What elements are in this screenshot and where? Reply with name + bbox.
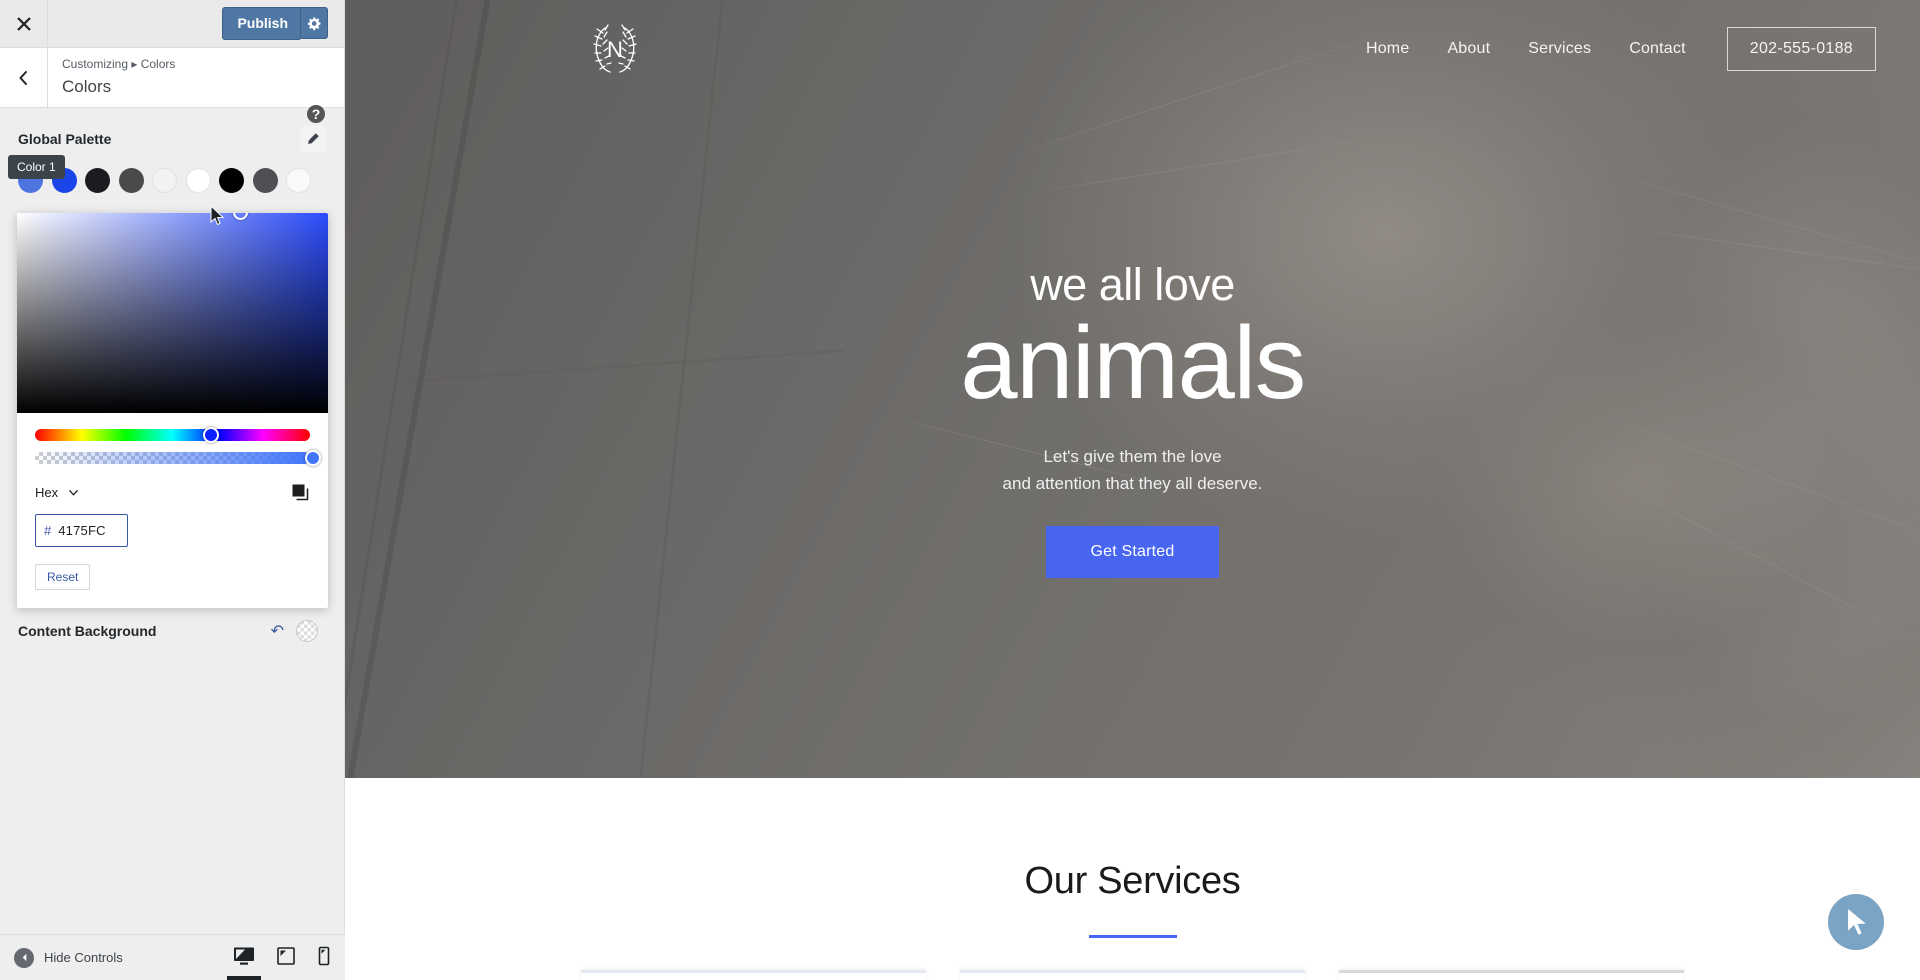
back-button[interactable] — [0, 48, 48, 107]
chevron-left-icon — [19, 70, 27, 85]
svg-text:N: N — [607, 37, 623, 62]
close-icon — [16, 16, 31, 31]
site-navigation: Home About Services Contact 202-555-0188 — [1347, 27, 1876, 71]
service-card[interactable] — [1339, 970, 1684, 980]
swatch-color-7[interactable] — [219, 168, 244, 193]
swatch-color-4[interactable] — [118, 168, 144, 193]
pointer-cursor-icon — [1846, 906, 1869, 937]
publish-group: Publish — [222, 7, 328, 40]
hero-subtext: Let's give them the love and attention t… — [345, 443, 1920, 497]
hue-slider-handle[interactable] — [203, 427, 219, 443]
laurel-wreath-logo: N — [593, 24, 637, 73]
swatch-color-6[interactable] — [185, 168, 211, 193]
slider-group — [17, 413, 328, 466]
cursor-badge[interactable] — [1828, 894, 1884, 950]
service-card[interactable] — [581, 970, 926, 980]
phone-button[interactable]: 202-555-0188 — [1726, 27, 1876, 71]
site-logo[interactable]: N — [585, 20, 645, 78]
device-tablet-button[interactable] — [277, 946, 295, 970]
hue-slider[interactable] — [35, 427, 310, 443]
hero-section: N Home About Services Contact 202-555-01… — [345, 0, 1920, 778]
mobile-icon — [318, 946, 330, 965]
swatch-color-5[interactable] — [152, 168, 177, 193]
device-mobile-button[interactable] — [317, 946, 331, 970]
hero-heading-line2: animals — [960, 305, 1306, 420]
nav-link-about[interactable]: About — [1428, 40, 1509, 58]
services-section: Our Services — [345, 778, 1920, 980]
hash-symbol: # — [44, 523, 52, 538]
swatch-color-3[interactable] — [85, 168, 110, 193]
nav-link-home[interactable]: Home — [1347, 40, 1428, 58]
get-started-button[interactable]: Get Started — [1046, 525, 1219, 578]
global-palette-label: Global Palette — [18, 131, 112, 147]
hero-content: we all love animals Let's give them the … — [345, 262, 1920, 578]
reset-button[interactable]: Reset — [35, 564, 91, 590]
service-cards — [345, 970, 1920, 980]
saturation-value-area[interactable] — [17, 213, 328, 413]
format-row: Hex — [17, 464, 328, 502]
swatch-color-9[interactable] — [286, 168, 311, 193]
publish-settings-button[interactable] — [300, 7, 328, 40]
hex-input[interactable]: # 4175FC — [35, 514, 128, 547]
desktop-icon — [234, 947, 254, 965]
hide-controls-button[interactable]: Hide Controls — [14, 947, 123, 968]
content-background-row[interactable]: Content Background ↶ — [18, 620, 318, 642]
undo-icon[interactable]: ↶ — [271, 621, 284, 641]
color-tooltip: Color 1 — [8, 155, 65, 179]
page-title: Colors — [62, 76, 112, 96]
saturation-handle[interactable] — [233, 213, 248, 220]
services-title: Our Services — [1024, 860, 1241, 902]
hero-heading-line1: we all love — [1030, 259, 1235, 310]
gear-icon — [307, 17, 320, 31]
copy-color-button[interactable] — [290, 482, 310, 502]
content-background-controls: ↶ — [271, 620, 318, 642]
alpha-slider[interactable] — [35, 450, 321, 466]
panel-header: Customizing ▸ Colors Colors ? — [0, 48, 344, 123]
swatch-color-8[interactable] — [252, 168, 278, 193]
nav-link-services[interactable]: Services — [1509, 40, 1610, 58]
global-palette-section: Global Palette — [0, 108, 344, 193]
reset-row: Reset — [17, 547, 328, 608]
device-desktop-button[interactable] — [227, 946, 261, 980]
color-format-select[interactable]: Hex — [35, 485, 79, 500]
collapse-left-icon — [14, 947, 34, 968]
hide-controls-label: Hide Controls — [44, 950, 123, 965]
site-header: N Home About Services Contact 202-555-01… — [345, 0, 1920, 98]
hex-row: # 4175FC — [17, 502, 328, 547]
customizer-sidebar: Publish Customizing ▸ Colors Colors ? Gl… — [0, 0, 345, 980]
color-format-label: Hex — [35, 484, 59, 500]
chevron-down-icon — [69, 489, 78, 495]
color-picker-popover: Hex # 4175FC Reset — [17, 213, 328, 608]
device-preview-buttons — [227, 946, 331, 980]
pencil-icon — [308, 132, 320, 144]
tablet-icon — [277, 946, 295, 965]
hero-subtext-line1: Let's give them the love — [1043, 447, 1222, 467]
services-divider — [1088, 935, 1177, 938]
customizer-footer: Hide Controls — [0, 934, 345, 980]
global-palette-row: Global Palette — [18, 126, 326, 152]
close-customizer-button[interactable] — [0, 0, 48, 47]
breadcrumb: Customizing ▸ Colors — [62, 57, 176, 71]
publish-button[interactable]: Publish — [222, 7, 300, 40]
hero-subtext-line2: and attention that they all deserve. — [1002, 474, 1263, 494]
transparent-swatch-icon[interactable] — [296, 620, 318, 642]
customizer-topbar: Publish — [0, 0, 344, 48]
copy-icon — [292, 484, 309, 501]
nav-link-contact[interactable]: Contact — [1610, 40, 1705, 58]
customizer-app: Publish Customizing ▸ Colors Colors ? Gl… — [0, 0, 1920, 980]
content-background-label: Content Background — [18, 623, 157, 639]
service-card[interactable] — [960, 970, 1305, 980]
panel-titles: Customizing ▸ Colors Colors — [48, 48, 344, 107]
edit-palette-button[interactable] — [300, 126, 326, 152]
site-preview: N Home About Services Contact 202-555-01… — [345, 0, 1920, 980]
alpha-slider-handle[interactable] — [305, 450, 321, 466]
hex-value: 4175FC — [58, 523, 106, 538]
